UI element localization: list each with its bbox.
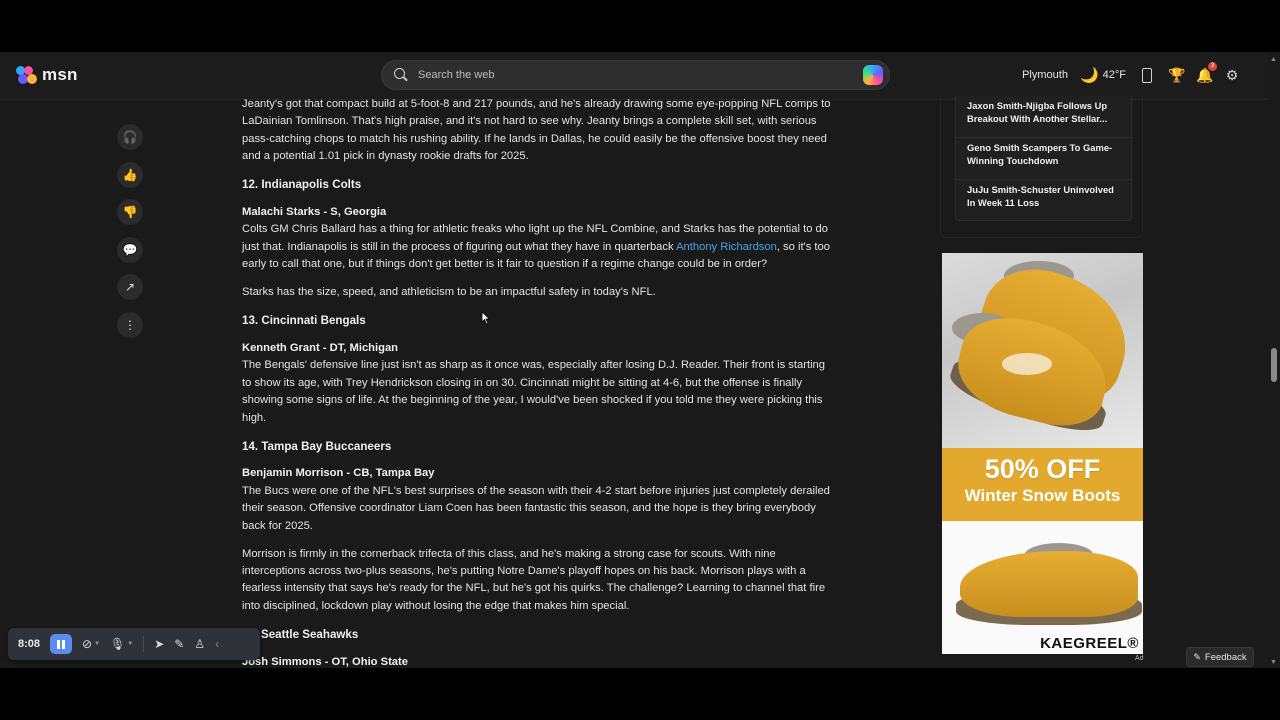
copilot-icon[interactable]	[863, 65, 883, 85]
scroll-up-arrow-icon[interactable]: ▲	[1270, 56, 1277, 63]
letterbox-bottom	[0, 668, 1280, 720]
paragraph-text: The Bengals' defensive line just isn't a…	[242, 359, 825, 424]
trending-item[interactable]: Geno Smith Scampers To Game-Winning Touc…	[956, 138, 1131, 180]
share-icon[interactable]: ↗	[117, 274, 143, 300]
letterbox-top	[0, 0, 1280, 52]
msn-logo-text: msn	[42, 65, 78, 84]
toolbar-divider	[143, 636, 145, 652]
player-name: Malachi Starks - S, Georgia	[242, 206, 387, 219]
player-name: Kenneth Grant - DT, Michigan	[242, 341, 399, 354]
headphones-icon[interactable]: 🎧	[117, 124, 143, 150]
paragraph-text: The Bucs were one of the NFL's best surp…	[242, 484, 830, 532]
screen-recorder-toolbar: 8:08 ⊘ ▼ 🎙 ▼ ➤ ✎ ♙ ‹	[8, 628, 260, 660]
article-paragraph: Josh Simmons - OT, Ohio State	[242, 654, 832, 668]
trending-list: Jaxon Smith-Njigba Follows Up Breakout W…	[955, 96, 1132, 221]
phone-icon[interactable]	[1142, 67, 1152, 83]
ad-photo-snow-boot	[942, 253, 1143, 448]
article-paragraph: Morrison is firmly in the cornerback tri…	[242, 547, 826, 612]
recording-timer: 8:08	[18, 638, 41, 650]
ad-brand-name: KAEGREEL®	[1040, 635, 1139, 652]
article-paragraph: Kenneth Grant - DT, Michigan The Bengals…	[242, 340, 832, 427]
camera-off-icon[interactable]: ⊘	[82, 637, 92, 651]
advertisement-banner[interactable]: 50% OFF Winter Snow Boots KAEGREEL®	[942, 253, 1143, 654]
header-right: Plymouth 🌙 42°F 🏆 🔔 3 ⚙	[1022, 52, 1240, 98]
more-options-icon[interactable]: ⋮	[117, 311, 143, 338]
mouse-cursor-icon	[481, 311, 491, 325]
msn-logo-icon	[16, 64, 38, 86]
player-name: Josh Simmons - OT, Ohio State	[242, 655, 408, 668]
article-paragraph: Starks has the size, speed, and athletic…	[242, 286, 656, 299]
ad-product-image: KAEGREEL®	[942, 521, 1143, 654]
pause-recording-button[interactable]	[50, 634, 73, 654]
ad-headline: 50% OFF	[984, 454, 1101, 484]
section-heading: 14. Tampa Bay Buccaneers	[242, 439, 392, 453]
feedback-button[interactable]: ✎ Feedback	[1186, 647, 1254, 667]
page-scrollbar[interactable]: ▲ ▼	[1268, 52, 1280, 668]
feedback-icon: ✎	[1193, 651, 1201, 662]
weather-temperature[interactable]: 42°F	[1103, 69, 1126, 81]
article-action-rail: 🎧 👍 👎 💬 ↗ ⋮	[117, 124, 143, 349]
notifications-bell-icon[interactable]: 🔔 3	[1196, 62, 1217, 83]
rewards-icon[interactable]: 🏆	[1168, 67, 1185, 83]
thumbs-up-icon[interactable]: 👍	[117, 161, 143, 188]
pen-tool-icon[interactable]: ✎	[174, 637, 184, 651]
trending-item[interactable]: JuJu Smith-Schuster Uninvolved In Week 1…	[956, 180, 1131, 222]
ad-subline: Winter Snow Boots	[964, 486, 1121, 505]
microphone-options-caret-icon[interactable]: ▼	[127, 641, 133, 647]
player-name: Benjamin Morrison - CB, Tampa Bay	[242, 467, 435, 480]
msn-app: msn Plymouth 🌙 42°F 🏆 🔔3 ⚙ 🎧 👍 👎 💬 ↗ ⋮ J…	[0, 52, 1280, 668]
article-paragraph: Malachi Starks - S, Georgia Colts GM Chr…	[242, 204, 832, 274]
section-heading: 13. Cincinnati Bengals	[242, 314, 366, 328]
settings-gear-icon[interactable]: ⚙	[1224, 67, 1240, 83]
highlighter-tool-icon[interactable]: ♙	[194, 637, 205, 651]
feedback-label: Feedback	[1204, 651, 1247, 663]
article-paragraph: Benjamin Morrison - CB, Tampa Bay The Bu…	[242, 465, 832, 535]
msn-logo[interactable]: msn	[16, 64, 78, 86]
anthony-richardson-link[interactable]: Anthony Richardson	[676, 241, 777, 253]
top-header: msn Plymouth 🌙 42°F 🏆 🔔3 ⚙	[0, 52, 1268, 100]
comment-icon[interactable]: 💬	[117, 236, 143, 263]
thumbs-down-icon[interactable]: 👎	[117, 199, 143, 225]
ad-label[interactable]: Ad	[1135, 655, 1144, 662]
pointer-tool-icon[interactable]: ➤	[154, 637, 164, 651]
article-paragraph: Jeanty's got that compact build at 5-foo…	[242, 98, 831, 163]
ad-offer-band: 50% OFF Winter Snow Boots	[942, 448, 1143, 521]
moon-icon: 🌙	[1079, 67, 1099, 84]
search-bar[interactable]	[381, 60, 890, 90]
trending-item[interactable]: Jaxon Smith-Njigba Follows Up Breakout W…	[956, 96, 1131, 138]
search-input[interactable]	[418, 69, 848, 81]
camera-options-caret-icon[interactable]: ▼	[94, 641, 100, 647]
section-heading: Seattle Seahawks	[261, 627, 359, 641]
notification-badge: 3	[1208, 62, 1217, 71]
scroll-thumb[interactable]	[1271, 348, 1277, 382]
collapse-toolbar-chevron-icon[interactable]: ‹	[215, 637, 219, 651]
section-heading: 12. Indianapolis Colts	[242, 178, 362, 192]
weather-location[interactable]: Plymouth	[1022, 69, 1068, 81]
article-body: Jeanty's got that compact build at 5-foo…	[242, 96, 832, 668]
scroll-down-arrow-icon[interactable]: ▼	[1270, 659, 1277, 666]
microphone-icon[interactable]: 🎙	[110, 637, 125, 651]
search-icon	[394, 68, 408, 82]
